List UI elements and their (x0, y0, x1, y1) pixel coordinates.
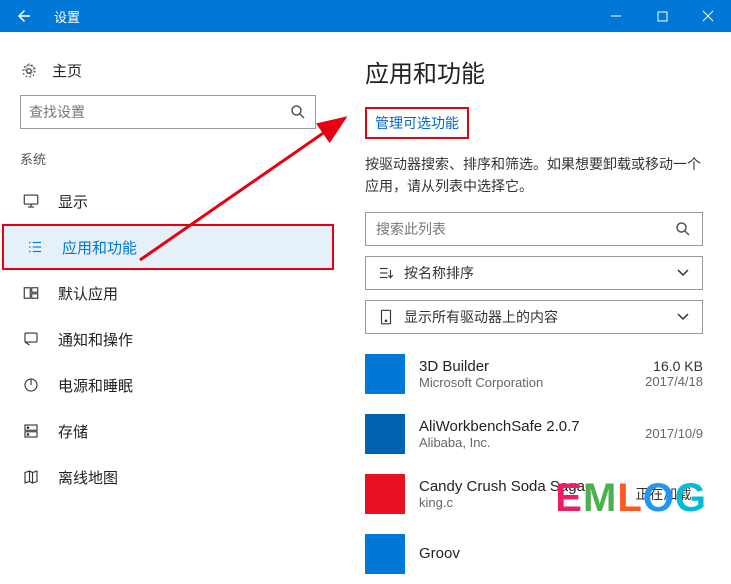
chevron-down-icon (676, 310, 690, 324)
nav-label: 电源和睡眠 (58, 375, 133, 396)
gear-icon (20, 62, 38, 80)
map-icon (22, 468, 40, 486)
search-icon (289, 103, 307, 121)
back-button[interactable] (0, 0, 48, 32)
app-icon (365, 474, 405, 514)
sort-label: 按名称排序 (404, 263, 674, 283)
search-icon (674, 220, 692, 238)
arrow-left-icon (15, 7, 33, 25)
filter-label: 显示所有驱动器上的内容 (404, 307, 674, 327)
nav-item-monitor[interactable]: 显示 (0, 178, 336, 224)
nav-item-storage[interactable]: 存储 (0, 408, 336, 454)
storage-icon (22, 422, 40, 440)
list-icon (26, 238, 44, 256)
nav-list: 显示应用和功能默认应用通知和操作电源和睡眠存储离线地图 (0, 178, 336, 500)
notify-icon (22, 330, 40, 348)
nav-label: 显示 (58, 191, 88, 212)
app-row[interactable]: AliWorkbenchSafe 2.0.7Alibaba, Inc.2017/… (365, 404, 703, 464)
minimize-button[interactable] (593, 0, 639, 32)
nav-label: 应用和功能 (62, 237, 137, 258)
maximize-button[interactable] (639, 0, 685, 32)
home-label: 主页 (52, 60, 82, 81)
nav-label: 存储 (58, 421, 88, 442)
app-icon (365, 354, 405, 394)
description-text: 按驱动器搜索、排序和筛选。如果想要卸载或移动一个应用，请从列表中选择它。 (365, 153, 703, 198)
nav-item-map[interactable]: 离线地图 (0, 454, 336, 500)
manage-optional-features-link[interactable]: 管理可选功能 (365, 107, 469, 139)
drive-icon (377, 308, 395, 326)
nav-item-power[interactable]: 电源和睡眠 (0, 362, 336, 408)
watermark: EMLOG (555, 476, 707, 521)
sidebar: 主页 系统 显示应用和功能默认应用通知和操作电源和睡眠存储离线地图 (0, 32, 337, 529)
app-list: 3D BuilderMicrosoft Corporation16.0 KB20… (365, 344, 703, 584)
filter-dropdown[interactable]: 显示所有驱动器上的内容 (365, 300, 703, 334)
nav-item-defaults[interactable]: 默认应用 (0, 270, 336, 316)
app-icon (365, 534, 405, 574)
window-controls (593, 0, 731, 32)
app-publisher: Alibaba, Inc. (419, 435, 645, 450)
app-publisher: Microsoft Corporation (419, 375, 645, 390)
section-label: 系统 (0, 149, 336, 178)
app-date: 2017/10/9 (645, 426, 703, 441)
app-search-input[interactable] (376, 221, 674, 237)
page-title: 应用和功能 (365, 54, 703, 89)
monitor-icon (22, 192, 40, 210)
app-date: 2017/4/18 (645, 374, 703, 389)
power-icon (22, 376, 40, 394)
nav-label: 默认应用 (58, 283, 118, 304)
window-title: 设置 (54, 7, 593, 26)
nav-item-notify[interactable]: 通知和操作 (0, 316, 336, 362)
home-link[interactable]: 主页 (0, 52, 336, 95)
defaults-icon (22, 284, 40, 302)
nav-label: 通知和操作 (58, 329, 133, 350)
nav-label: 离线地图 (58, 467, 118, 488)
sort-dropdown[interactable]: 按名称排序 (365, 256, 703, 290)
app-search-box[interactable] (365, 212, 703, 246)
chevron-down-icon (676, 266, 690, 280)
sort-icon (377, 264, 395, 282)
settings-search-input[interactable] (29, 104, 289, 120)
app-name: 3D Builder (419, 358, 645, 375)
app-row[interactable]: 3D BuilderMicrosoft Corporation16.0 KB20… (365, 344, 703, 404)
titlebar: 设置 (0, 0, 731, 32)
app-name: Groov (419, 545, 703, 562)
nav-item-list[interactable]: 应用和功能 (2, 224, 334, 270)
app-icon (365, 414, 405, 454)
app-name: AliWorkbenchSafe 2.0.7 (419, 418, 645, 435)
app-size: 16.0 KB (645, 358, 703, 374)
close-button[interactable] (685, 0, 731, 32)
app-row[interactable]: Groov (365, 524, 703, 584)
settings-search[interactable] (20, 95, 316, 129)
main-pane: 应用和功能 管理可选功能 按驱动器搜索、排序和筛选。如果想要卸载或移动一个应用，… (337, 32, 731, 529)
